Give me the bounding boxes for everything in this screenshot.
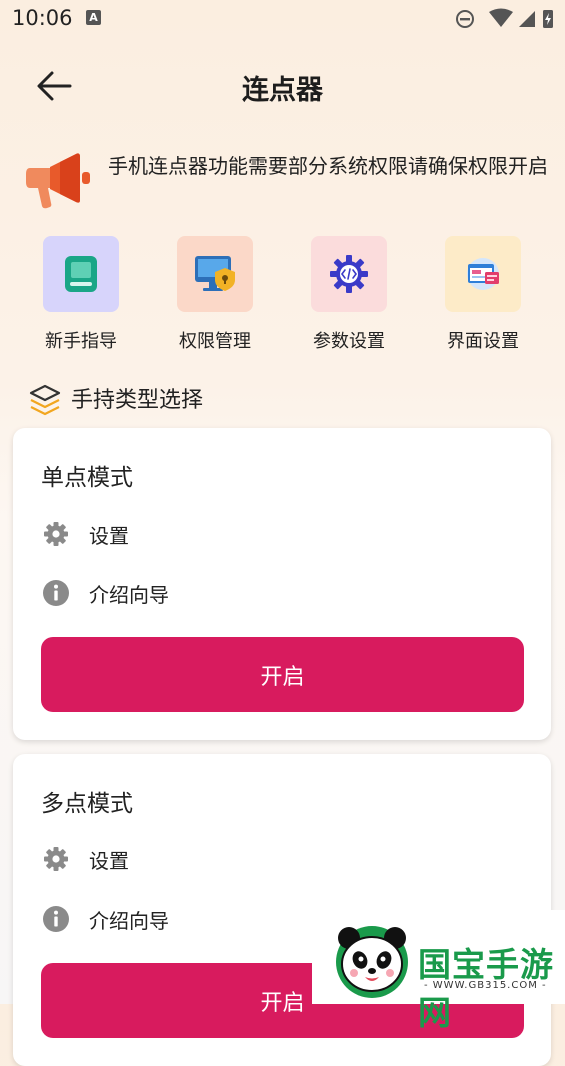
info-icon — [43, 580, 69, 606]
monitor-shield-icon — [195, 256, 235, 291]
settings-label: 设置 — [89, 848, 129, 873]
feature-label: 界面设置 — [447, 331, 519, 352]
settings-label: 设置 — [89, 523, 129, 548]
panda-logo-icon — [336, 926, 408, 998]
feature-interface-settings[interactable]: 界面设置 — [438, 236, 528, 353]
feature-beginner-guide[interactable]: 新手指导 — [36, 236, 126, 353]
feature-tile — [177, 236, 253, 312]
guide-label: 介绍向导 — [89, 908, 169, 933]
battery-icon — [543, 10, 553, 28]
settings-row[interactable]: 设置 — [41, 841, 129, 877]
watermark-url: - WWW.GB315.COM - — [424, 980, 547, 991]
wifi-icon — [489, 8, 513, 27]
settings-gear-icon — [44, 522, 68, 546]
interface-icon — [467, 258, 499, 290]
guide-row[interactable]: 介绍向导 — [41, 901, 169, 937]
card-title: 单点模式 — [41, 465, 133, 491]
permission-notice: 手机连点器功能需要部分系统权限请确保权限开启 — [24, 146, 548, 216]
feature-tile — [43, 236, 119, 312]
status-time: 10:06 — [12, 6, 73, 30]
page-title: 连点器 — [242, 75, 323, 106]
feature-permission-management[interactable]: 权限管理 — [170, 236, 260, 353]
single-point-mode-card: 单点模式 设置 介绍向导 开启 — [13, 428, 551, 740]
megaphone-icon — [26, 153, 90, 209]
feature-label: 参数设置 — [313, 331, 385, 352]
start-button[interactable]: 开启 — [41, 637, 524, 712]
layers-icon — [29, 384, 61, 416]
signal-icon — [519, 11, 535, 27]
feature-tile — [445, 236, 521, 312]
info-icon — [43, 906, 69, 932]
section-title: 手持类型选择 — [71, 388, 204, 413]
status-bar: 10:06 A — [0, 0, 565, 40]
feature-tile — [311, 236, 387, 312]
guide-row[interactable]: 介绍向导 — [41, 575, 169, 611]
feature-label: 新手指导 — [45, 331, 117, 352]
feature-parameter-settings[interactable]: 参数设置 — [304, 236, 394, 353]
settings-row[interactable]: 设置 — [41, 516, 129, 552]
notice-text: 手机连点器功能需要部分系统权限请确保权限开启 — [108, 154, 548, 178]
status-icons — [456, 8, 553, 28]
dnd-icon — [456, 10, 474, 28]
code-gear-icon — [330, 255, 368, 293]
feature-label: 权限管理 — [179, 331, 251, 352]
notification-a-icon: A — [86, 10, 101, 25]
card-title: 多点模式 — [41, 791, 133, 817]
watermark: 国宝手游网 - WWW.GB315.COM - — [312, 910, 565, 1032]
book-icon — [65, 256, 97, 292]
guide-label: 介绍向导 — [89, 582, 169, 607]
settings-gear-icon — [44, 847, 68, 871]
